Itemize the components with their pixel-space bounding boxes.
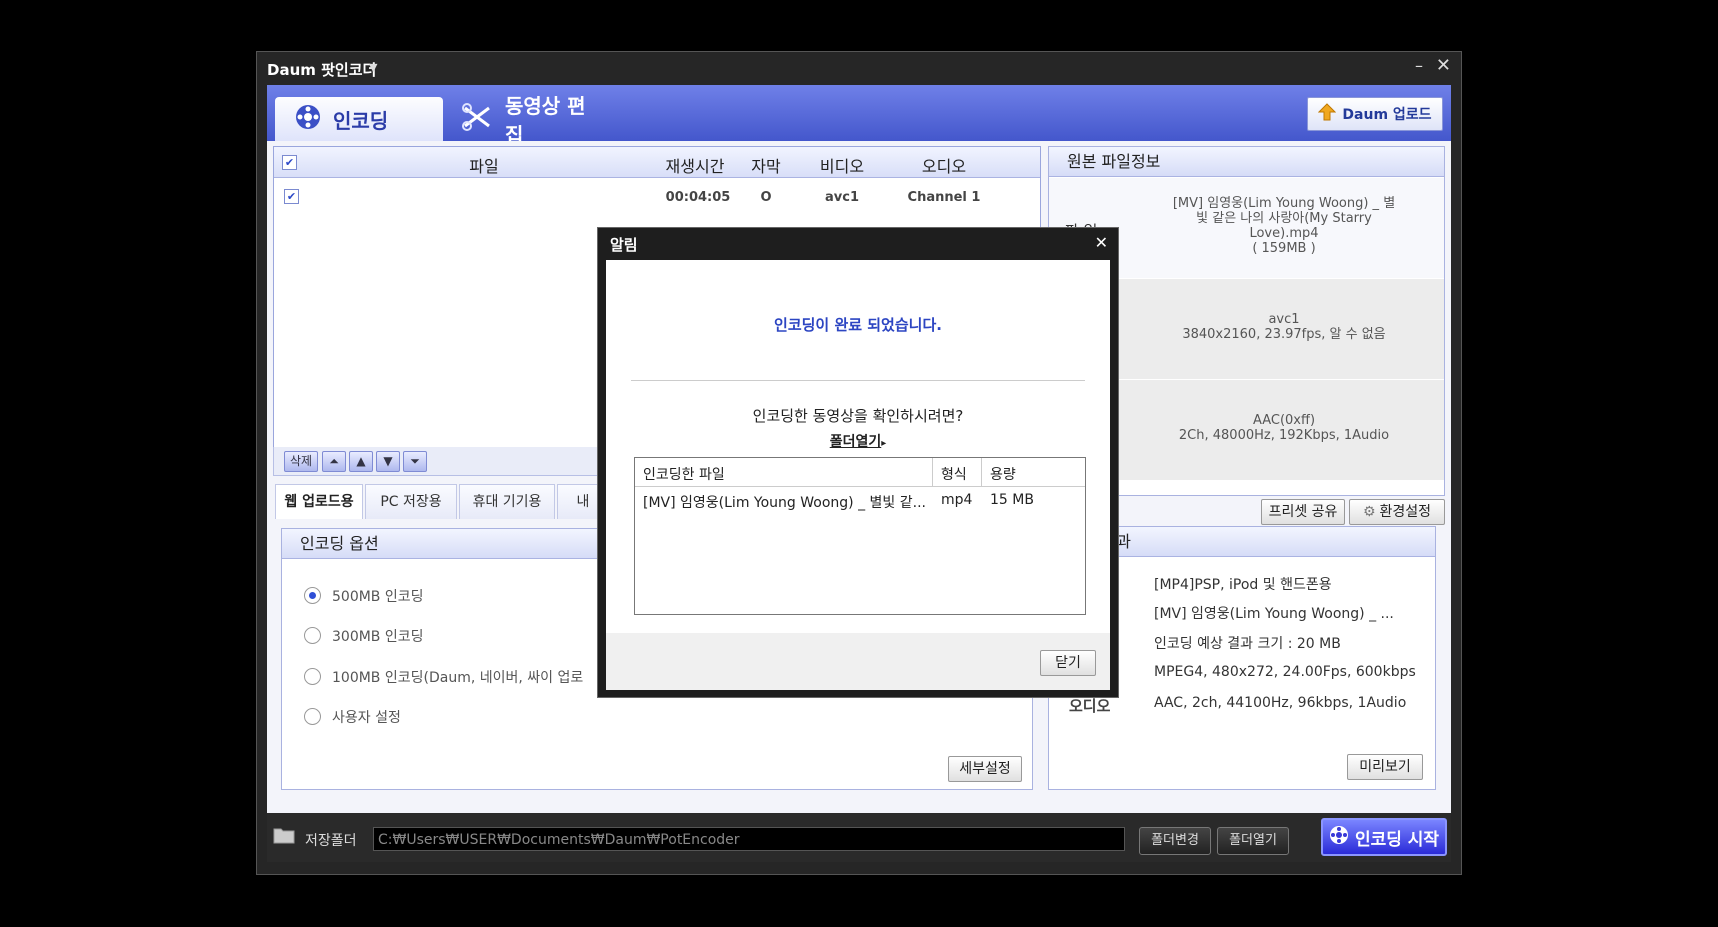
radio-300mb[interactable]	[304, 627, 321, 644]
col-file[interactable]: 파일	[454, 153, 514, 177]
menu-dropdown-icon[interactable]: ▼	[369, 61, 377, 74]
result-format: [MP4]PSP, iPod 및 핸드폰용	[1154, 577, 1332, 593]
film-reel-icon	[293, 102, 323, 137]
col-video[interactable]: 비디오	[812, 153, 872, 177]
tab-edit-label: 동영상 편집	[505, 94, 586, 147]
move-bottom-icon[interactable]: ⏷	[403, 451, 427, 472]
title-bar: Daum 팟인코더 ▼ – ✕	[257, 52, 1461, 82]
film-reel-icon	[1329, 825, 1349, 850]
preset-share-button[interactable]: 프리셋 공유	[1261, 499, 1345, 525]
col-duration[interactable]: 재생시간	[657, 153, 733, 177]
dialog-footer: 닫기	[606, 633, 1110, 690]
file-line-2: 빛 같은 나의 사랑아(My Starry	[1196, 211, 1372, 226]
result-size: 인코딩 예상 결과 크기 : 20 MB	[1154, 636, 1341, 652]
source-audio-info: AAC(0xff) 2Ch, 48000Hz, 192Kbps, 1Audio	[1134, 413, 1434, 443]
encoded-file-name: [MV] 임영웅(Lim Young Woong) _ 별빛 같...	[643, 495, 926, 511]
table-header: 인코딩한 파일 형식 용량	[635, 458, 1085, 487]
radio-custom[interactable]	[304, 708, 321, 725]
upload-arrow-icon	[1318, 103, 1337, 125]
open-folder-link-label: 폴더열기	[829, 434, 882, 450]
completion-message: 인코딩이 완료 되었습니다.	[774, 316, 942, 334]
file-line-1: [MV] 임영웅(Lim Young Woong) _ 별	[1172, 196, 1396, 211]
dialog-close-button[interactable]: 닫기	[1040, 650, 1096, 676]
change-folder-button[interactable]: 폴더변경	[1139, 827, 1211, 855]
settings-button-label: 환경설정	[1379, 504, 1432, 520]
row-video: avc1	[825, 190, 859, 205]
row-subtitle: O	[760, 190, 772, 205]
col-format: 형식	[941, 467, 967, 483]
radio-100mb[interactable]	[304, 668, 321, 685]
label-custom: 사용자 설정	[332, 710, 401, 726]
window-title: Daum 팟인코더	[267, 61, 377, 79]
row-audio: Channel 1	[907, 190, 981, 205]
audio-line-2: 2Ch, 48000Hz, 192Kbps, 1Audio	[1178, 428, 1390, 443]
table-row[interactable]: [MV] 임영웅(Lim Young Woong) _ 별빛 같... mp4 …	[635, 490, 1085, 514]
move-down-icon[interactable]: ▼	[376, 451, 400, 472]
label-500mb: 500MB 인코딩	[332, 589, 424, 605]
table-row[interactable]: ✔ 00:04:05 O avc1 Channel 1	[274, 179, 1040, 205]
dialog-title: 알림	[610, 236, 638, 254]
dialog-body: 인코딩이 완료 되었습니다. 인코딩한 동영상을 확인하시려면? 폴더열기▸ 인…	[606, 260, 1110, 690]
tab-web-upload[interactable]: 웹 업로드용	[275, 484, 363, 519]
tab-mobile[interactable]: 휴대 기기용	[459, 484, 555, 519]
move-up-icon[interactable]: ▲	[349, 451, 373, 472]
result-audio: AAC, 2ch, 44100Hz, 96kbps, 1Audio	[1154, 695, 1407, 711]
result-filename: [MV] 임영웅(Lim Young Woong) _ ...	[1154, 606, 1394, 622]
source-video-info: avc1 3840x2160, 23.97fps, 알 수 없음	[1134, 312, 1434, 342]
encoded-file-size: 15 MB	[990, 492, 1034, 508]
row-duration: 00:04:05	[665, 190, 731, 205]
select-all-checkbox[interactable]: ✔	[282, 155, 297, 170]
source-info-header: 원본 파일정보	[1049, 147, 1444, 177]
save-folder-label: 저장폴더	[305, 833, 357, 849]
alert-dialog: 알림 ✕ 인코딩이 완료 되었습니다. 인코딩한 동영상을 확인하시려면? 폴더…	[597, 227, 1119, 698]
close-button[interactable]: ✕	[1436, 55, 1451, 76]
tab-video-edit[interactable]: 동영상 편집	[443, 94, 613, 147]
col-subtitle[interactable]: 자막	[746, 153, 786, 177]
col-encoded-file: 인코딩한 파일	[643, 467, 725, 483]
dialog-close-icon[interactable]: ✕	[1095, 233, 1108, 252]
label-300mb: 300MB 인코딩	[332, 629, 424, 645]
confirm-question: 인코딩한 동영상을 확인하시려면?	[752, 407, 964, 425]
tab-pc-save[interactable]: PC 저장용	[365, 484, 457, 519]
video-line-2: 3840x2160, 23.97fps, 알 수 없음	[1182, 327, 1386, 342]
main-tab-strip: 인코딩 동영상 편집 Daum 업로드	[267, 85, 1451, 147]
start-encoding-button[interactable]: 인코딩 시작	[1321, 818, 1447, 856]
tab-encode-label: 인코딩	[333, 108, 389, 133]
encoded-file-format: mp4	[941, 492, 973, 508]
bottom-bar: 저장폴더 C:₩Users₩USER₩Documents₩Daum₩PotEnc…	[267, 813, 1451, 862]
col-audio[interactable]: 오디오	[914, 153, 974, 177]
arrow-right-icon: ▸	[881, 438, 887, 449]
video-line-1: avc1	[1268, 312, 1300, 327]
result-audio-label: 오디오	[1069, 697, 1111, 715]
detail-settings-button[interactable]: 세부설정	[948, 756, 1022, 782]
file-line-3: Love).mp4	[1249, 226, 1319, 241]
folder-icon	[273, 825, 295, 849]
preview-button[interactable]: 미리보기	[1347, 754, 1423, 780]
upload-button-label: Daum 업로드	[1342, 107, 1432, 123]
settings-button[interactable]: ⚙ 환경설정	[1349, 499, 1445, 525]
encoded-file-table: 인코딩한 파일 형식 용량 [MV] 임영웅(Lim Young Woong) …	[634, 457, 1086, 615]
divider	[631, 380, 1085, 381]
file-list-header: ✔ 파일 재생시간 자막 비디오 오디오	[274, 147, 1040, 178]
radio-500mb[interactable]	[304, 587, 321, 604]
source-file-info: [MV] 임영웅(Lim Young Woong) _ 별 빛 같은 나의 사랑…	[1134, 196, 1434, 256]
open-folder-link[interactable]: 폴더열기▸	[606, 431, 1110, 451]
scissors-icon	[461, 102, 495, 137]
row-checkbox[interactable]: ✔	[284, 189, 299, 204]
minimize-button[interactable]: –	[1415, 56, 1423, 75]
save-path-input[interactable]: C:₩Users₩USER₩Documents₩Daum₩PotEncoder	[373, 827, 1125, 851]
move-top-icon[interactable]: ⏶	[322, 451, 346, 472]
daum-upload-button[interactable]: Daum 업로드	[1307, 97, 1443, 131]
result-video: MPEG4, 480x272, 24.00Fps, 600kbps	[1154, 664, 1416, 680]
audio-line-1: AAC(0xff)	[1252, 413, 1316, 428]
gear-icon: ⚙	[1362, 504, 1376, 520]
delete-button[interactable]: 삭제	[284, 451, 318, 472]
open-folder-button[interactable]: 폴더열기	[1217, 827, 1289, 855]
tab-encode[interactable]: 인코딩	[275, 97, 443, 141]
start-button-label: 인코딩 시작	[1354, 829, 1440, 850]
file-line-4: ( 159MB )	[1252, 241, 1316, 256]
col-size: 용량	[990, 467, 1016, 483]
label-100mb: 100MB 인코딩(Daum, 네이버, 싸이 업로	[332, 670, 584, 686]
